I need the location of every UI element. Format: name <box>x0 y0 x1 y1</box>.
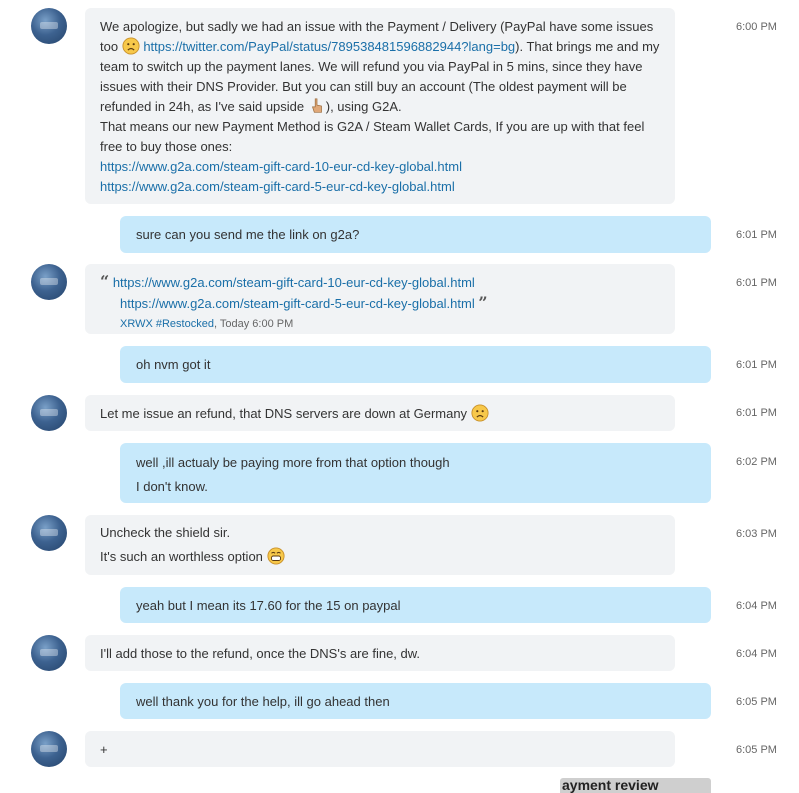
message-text: Uncheck the shield sir. <box>100 525 231 540</box>
timestamp: 6:01 PM <box>736 229 777 241</box>
g2a-link-10eur[interactable]: https://www.g2a.com/steam-gift-card-10-e… <box>113 275 475 290</box>
pointing-hand-icon <box>311 98 322 113</box>
timestamp: 6:05 PM <box>736 696 777 708</box>
timestamp: 6:04 PM <box>736 648 777 660</box>
message-text: I'll add those to the refund, once the D… <box>100 646 421 661</box>
message-text: I don't know. <box>136 479 208 494</box>
avatar[interactable] <box>31 395 67 431</box>
message-text: + <box>100 742 108 757</box>
message-text: That means our new Payment Method is G2A… <box>100 119 645 154</box>
quote-close-icon: ” <box>478 293 488 312</box>
message-bubble-outgoing: oh nvm got it <box>120 346 711 383</box>
message-bubble-outgoing: sure can you send me the link on g2a? <box>120 216 711 253</box>
timestamp: 6:05 PM <box>736 744 777 756</box>
timestamp: 6:01 PM <box>736 359 777 371</box>
message-text: sure can you send me the link on g2a? <box>136 227 360 242</box>
timestamp: 6:02 PM <box>736 456 777 468</box>
message-text: ), using G2A. <box>325 99 402 114</box>
avatar[interactable] <box>31 635 67 671</box>
twitter-link[interactable]: https://twitter.com/PayPal/status/789538… <box>143 39 515 54</box>
quote-author[interactable]: XRWX #Restocked <box>120 318 214 330</box>
payment-review-label: ayment review <box>562 778 659 793</box>
message-text: well ,ill actualy be paying more from th… <box>136 455 450 470</box>
grin-emoji-icon <box>266 547 285 565</box>
g2a-link-5eur[interactable]: https://www.g2a.com/steam-gift-card-5-eu… <box>100 179 455 194</box>
g2a-link-10eur[interactable]: https://www.g2a.com/steam-gift-card-10-e… <box>100 159 462 174</box>
quote-open-icon: “ <box>100 272 110 291</box>
timestamp: 6:01 PM <box>736 407 777 419</box>
payment-review-banner[interactable]: ayment review <box>560 778 711 793</box>
message-bubble-outgoing: well ,ill actualy be paying more from th… <box>120 443 711 503</box>
sad-emoji-icon <box>471 404 489 422</box>
quoted-message: “ https://www.g2a.com/steam-gift-card-10… <box>85 264 675 334</box>
message-bubble-incoming: Uncheck the shield sir. It's such an wor… <box>85 515 675 575</box>
message-bubble-incoming: + <box>85 731 675 767</box>
message-bubble-incoming: Let me issue an refund, that DNS servers… <box>85 395 675 431</box>
quote-time: , Today 6:00 PM <box>213 318 294 330</box>
sad-emoji-icon <box>122 37 140 55</box>
message-text: well thank you for the help, ill go ahea… <box>136 694 390 709</box>
avatar[interactable] <box>31 515 67 551</box>
timestamp: 6:00 PM <box>736 21 777 33</box>
message-bubble-incoming: We apologize, but sadly we had an issue … <box>85 8 675 204</box>
timestamp: 6:04 PM <box>736 600 777 612</box>
avatar[interactable] <box>31 731 67 767</box>
message-text: It's such an worthless option <box>100 549 267 564</box>
message-text: Let me issue an refund, that DNS servers… <box>100 406 471 421</box>
message-text: yeah but I mean its 17.60 for the 15 on … <box>136 598 401 613</box>
avatar[interactable] <box>31 264 67 300</box>
message-bubble-outgoing: yeah but I mean its 17.60 for the 15 on … <box>120 587 711 623</box>
message-bubble-outgoing: well thank you for the help, ill go ahea… <box>120 683 711 719</box>
timestamp: 6:03 PM <box>736 528 777 540</box>
message-text: oh nvm got it <box>136 357 211 372</box>
timestamp: 6:01 PM <box>736 277 777 289</box>
g2a-link-5eur[interactable]: https://www.g2a.com/steam-gift-card-5-eu… <box>120 296 475 311</box>
avatar[interactable] <box>31 8 67 44</box>
message-bubble-incoming: I'll add those to the refund, once the D… <box>85 635 675 671</box>
